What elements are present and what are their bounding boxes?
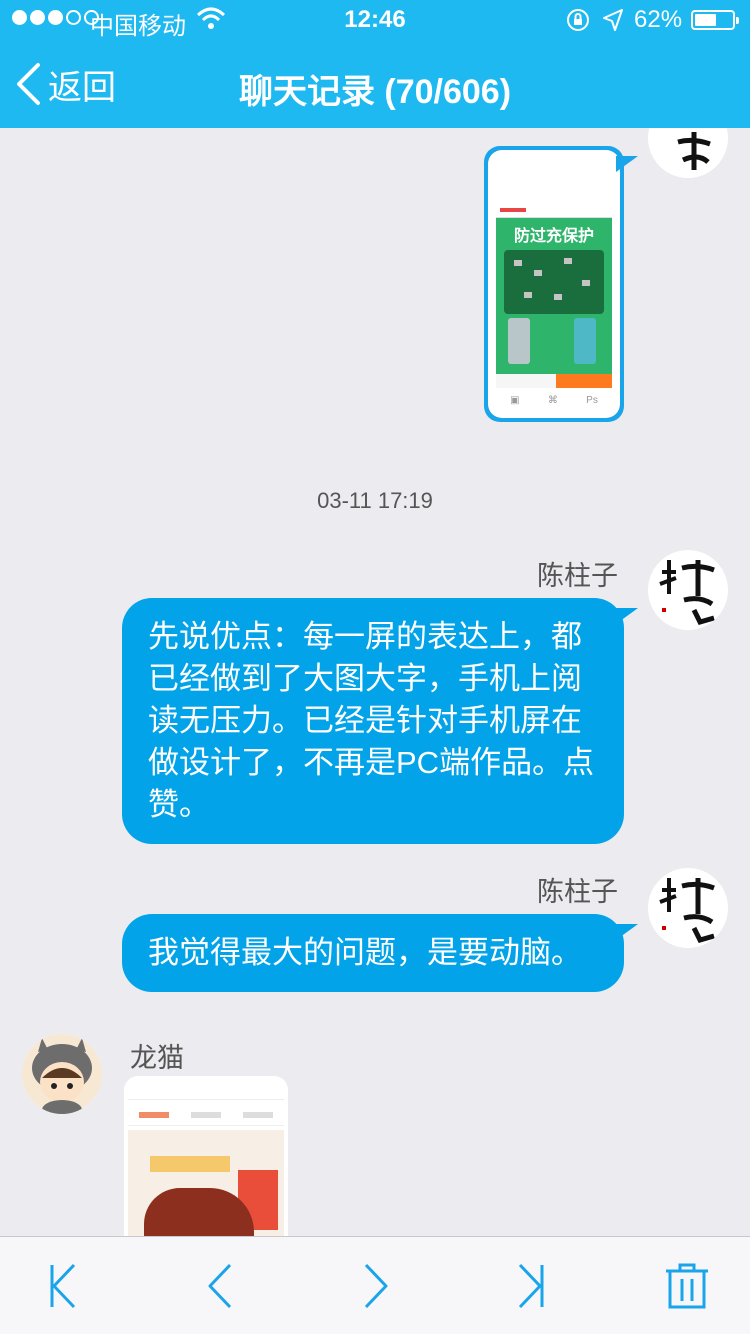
- phone-image: 防过充保护 ▣ ⌘ Ps: [488, 150, 620, 418]
- cartoon-totoro-avatar-icon: [22, 1034, 102, 1114]
- next-page-icon: [364, 1263, 388, 1309]
- sender-name: 陈柱子: [537, 877, 618, 907]
- first-page-icon: [50, 1263, 76, 1309]
- message-bubble[interactable]: 我觉得最大的问题，是要动脑。: [122, 914, 638, 992]
- image-icon: ▣: [510, 394, 520, 406]
- trash-icon: [666, 1263, 708, 1309]
- promo-text: 防过充保护: [513, 226, 594, 245]
- last-page-icon: [518, 1263, 544, 1309]
- delete-button[interactable]: [662, 1261, 712, 1311]
- avatar-chenzhuzi[interactable]: [648, 128, 728, 178]
- message-bubble[interactable]: 先说优点：每一屏的表达上，都已经做到了大图大字，手机上阅读无压力。已经是针对手机…: [122, 598, 638, 844]
- top-bar: 中国移动 12:46 62% 返回 聊天记录 (70/606): [0, 0, 750, 128]
- ps-icon: Ps: [586, 394, 598, 406]
- battery-percent: 62%: [634, 6, 683, 33]
- bottom-toolbar: [0, 1236, 750, 1334]
- first-page-button[interactable]: [38, 1261, 88, 1311]
- page-title: 聊天记录 (70/606): [238, 73, 512, 111]
- rotation-lock-icon: [567, 9, 589, 31]
- last-page-button[interactable]: [506, 1261, 556, 1311]
- next-page-button[interactable]: [350, 1261, 400, 1311]
- battery-icon: [691, 10, 739, 30]
- prev-page-icon: [208, 1263, 232, 1309]
- calligraphy-avatar-icon: [659, 878, 715, 943]
- previous-page-button[interactable]: [196, 1261, 246, 1311]
- calligraphy-avatar-icon: [659, 560, 715, 625]
- calligraphy-avatar-icon: [677, 132, 711, 170]
- avatar-chenzhuzi[interactable]: [648, 550, 728, 630]
- chat-history[interactable]: 防过充保护 ▣ ⌘ Ps 03-11 17:19 陈柱子 先说优点：每一屏的表达…: [0, 128, 750, 1236]
- image-message-food[interactable]: [124, 1076, 288, 1236]
- message-timestamp: 03-11 17:19: [317, 488, 433, 513]
- status-bar: 中国移动 12:46 62%: [0, 0, 750, 40]
- location-arrow-icon: [603, 9, 623, 31]
- sender-name: 龙猫: [130, 1043, 184, 1073]
- sender-name: 陈柱子: [537, 561, 618, 591]
- command-icon: ⌘: [547, 394, 558, 406]
- image-message-phone-mockup[interactable]: 防过充保护 ▣ ⌘ Ps: [484, 146, 638, 422]
- avatar-chenzhuzi[interactable]: [648, 868, 728, 948]
- avatar-longmao[interactable]: [22, 1034, 102, 1114]
